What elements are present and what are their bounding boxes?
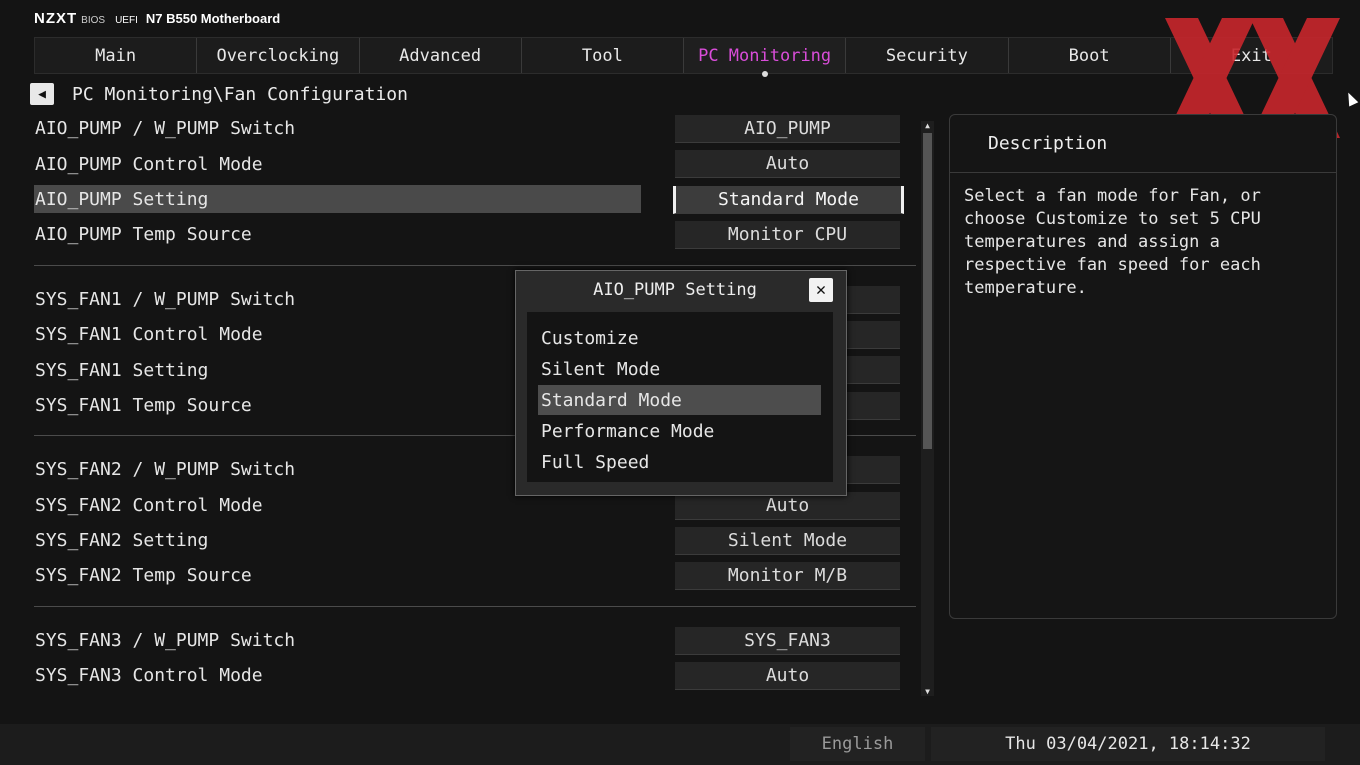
brand-logo-text: NZXT bbox=[34, 10, 78, 27]
setting-row[interactable]: SYS_FAN2 Temp Source Monitor M/B bbox=[34, 558, 916, 593]
tab-tool[interactable]: Tool bbox=[522, 38, 684, 73]
description-panel: Description Select a fan mode for Fan, o… bbox=[949, 114, 1337, 619]
tab-boot[interactable]: Boot bbox=[1009, 38, 1171, 73]
setting-value-button[interactable]: Auto bbox=[675, 662, 900, 691]
setting-value-button[interactable]: AIO_PUMP bbox=[675, 115, 900, 143]
setting-label: SYS_FAN1 / W_PUMP Switch bbox=[35, 288, 296, 310]
mouse-cursor-icon bbox=[1343, 90, 1359, 107]
aio-pump-setting-dialog: AIO_PUMP Setting ✕ Customize Silent Mode… bbox=[515, 270, 847, 496]
dialog-options-list: Customize Silent Mode Standard Mode Perf… bbox=[527, 312, 833, 482]
setting-row[interactable]: SYS_FAN3 Control Mode Auto bbox=[34, 658, 916, 693]
setting-row[interactable]: AIO_PUMP Control Mode Auto bbox=[34, 146, 916, 181]
setting-label: SYS_FAN1 Control Mode bbox=[35, 324, 263, 346]
setting-label: AIO_PUMP Temp Source bbox=[35, 224, 252, 246]
setting-row[interactable]: SYS_FAN3 / W_PUMP Switch SYS_FAN3 bbox=[34, 623, 916, 658]
setting-label: AIO_PUMP Setting bbox=[35, 188, 209, 210]
option-performance-mode[interactable]: Performance Mode bbox=[538, 416, 821, 446]
scrollbar-thumb[interactable] bbox=[923, 133, 932, 449]
breadcrumb: ◀ PC Monitoring\Fan Configuration bbox=[30, 83, 408, 105]
setting-value-button-selected[interactable]: Standard Mode bbox=[673, 185, 904, 214]
settings-scrollbar[interactable]: ▲ ▼ bbox=[921, 121, 934, 696]
setting-label: SYS_FAN2 Setting bbox=[35, 530, 209, 552]
setting-value-button[interactable]: Monitor CPU bbox=[675, 221, 900, 250]
setting-row[interactable]: AIO_PUMP Temp Source Monitor CPU bbox=[34, 217, 916, 252]
setting-row[interactable]: SYS_FAN2 Setting Silent Mode bbox=[34, 523, 916, 558]
setting-value-button[interactable]: SYS_FAN3 bbox=[675, 626, 900, 655]
setting-label: SYS_FAN2 / W_PUMP Switch bbox=[35, 459, 296, 481]
option-customize[interactable]: Customize bbox=[538, 323, 821, 353]
setting-value-button[interactable]: Auto bbox=[675, 150, 900, 179]
language-selector[interactable]: English bbox=[790, 727, 925, 761]
setting-label: SYS_FAN2 Control Mode bbox=[35, 494, 263, 516]
uefi-label: UEFI bbox=[115, 15, 138, 26]
tab-overclocking[interactable]: Overclocking bbox=[197, 38, 360, 73]
board-name: N7 B550 Motherboard bbox=[145, 11, 281, 26]
group-divider bbox=[34, 605, 916, 607]
setting-label: SYS_FAN1 Temp Source bbox=[35, 394, 252, 416]
option-standard-mode[interactable]: Standard Mode bbox=[538, 385, 821, 415]
setting-label: AIO_PUMP Control Mode bbox=[35, 153, 263, 175]
tab-security[interactable]: Security bbox=[846, 38, 1009, 73]
scroll-up-icon[interactable]: ▲ bbox=[921, 121, 934, 130]
tab-main[interactable]: Main bbox=[35, 38, 198, 73]
setting-row-selected[interactable]: AIO_PUMP Setting Standard Mode bbox=[34, 182, 916, 217]
setting-value-button[interactable]: Monitor M/B bbox=[675, 562, 900, 591]
description-text: Select a fan mode for Fan, or choose Cus… bbox=[964, 186, 1261, 298]
setting-label: SYS_FAN3 Control Mode bbox=[35, 665, 263, 687]
setting-label: SYS_FAN3 / W_PUMP Switch bbox=[35, 629, 296, 651]
group-divider bbox=[34, 264, 916, 266]
tab-pc-monitoring[interactable]: PC Monitoring bbox=[684, 38, 847, 77]
setting-label: SYS_FAN1 Setting bbox=[35, 359, 209, 381]
tab-advanced[interactable]: Advanced bbox=[360, 38, 522, 73]
back-arrow-icon[interactable]: ◀ bbox=[30, 83, 54, 105]
date-time-display[interactable]: Thu 03/04/2021, 18:14:32 bbox=[931, 727, 1325, 761]
description-heading: Description bbox=[950, 115, 1336, 173]
top-tab-bar: Main Overclocking Advanced Tool PC Monit… bbox=[34, 37, 1333, 77]
brand-header: NZXT BIOS UEFI N7 B550 Motherboard bbox=[34, 10, 280, 30]
setting-label: SYS_FAN2 Temp Source bbox=[35, 565, 252, 587]
dialog-title: AIO_PUMP Setting bbox=[593, 280, 757, 300]
option-silent-mode[interactable]: Silent Mode bbox=[538, 354, 821, 384]
setting-label: AIO_PUMP / W_PUMP Switch bbox=[35, 118, 296, 140]
breadcrumb-path: PC Monitoring\Fan Configuration bbox=[72, 83, 408, 105]
close-icon[interactable]: ✕ bbox=[809, 278, 833, 302]
setting-value-button[interactable]: Silent Mode bbox=[675, 526, 900, 555]
scroll-down-icon[interactable]: ▼ bbox=[921, 687, 934, 696]
option-full-speed[interactable]: Full Speed bbox=[538, 447, 821, 477]
bios-label: BIOS bbox=[81, 15, 106, 26]
setting-row[interactable]: AIO_PUMP / W_PUMP Switch AIO_PUMP bbox=[34, 111, 916, 146]
